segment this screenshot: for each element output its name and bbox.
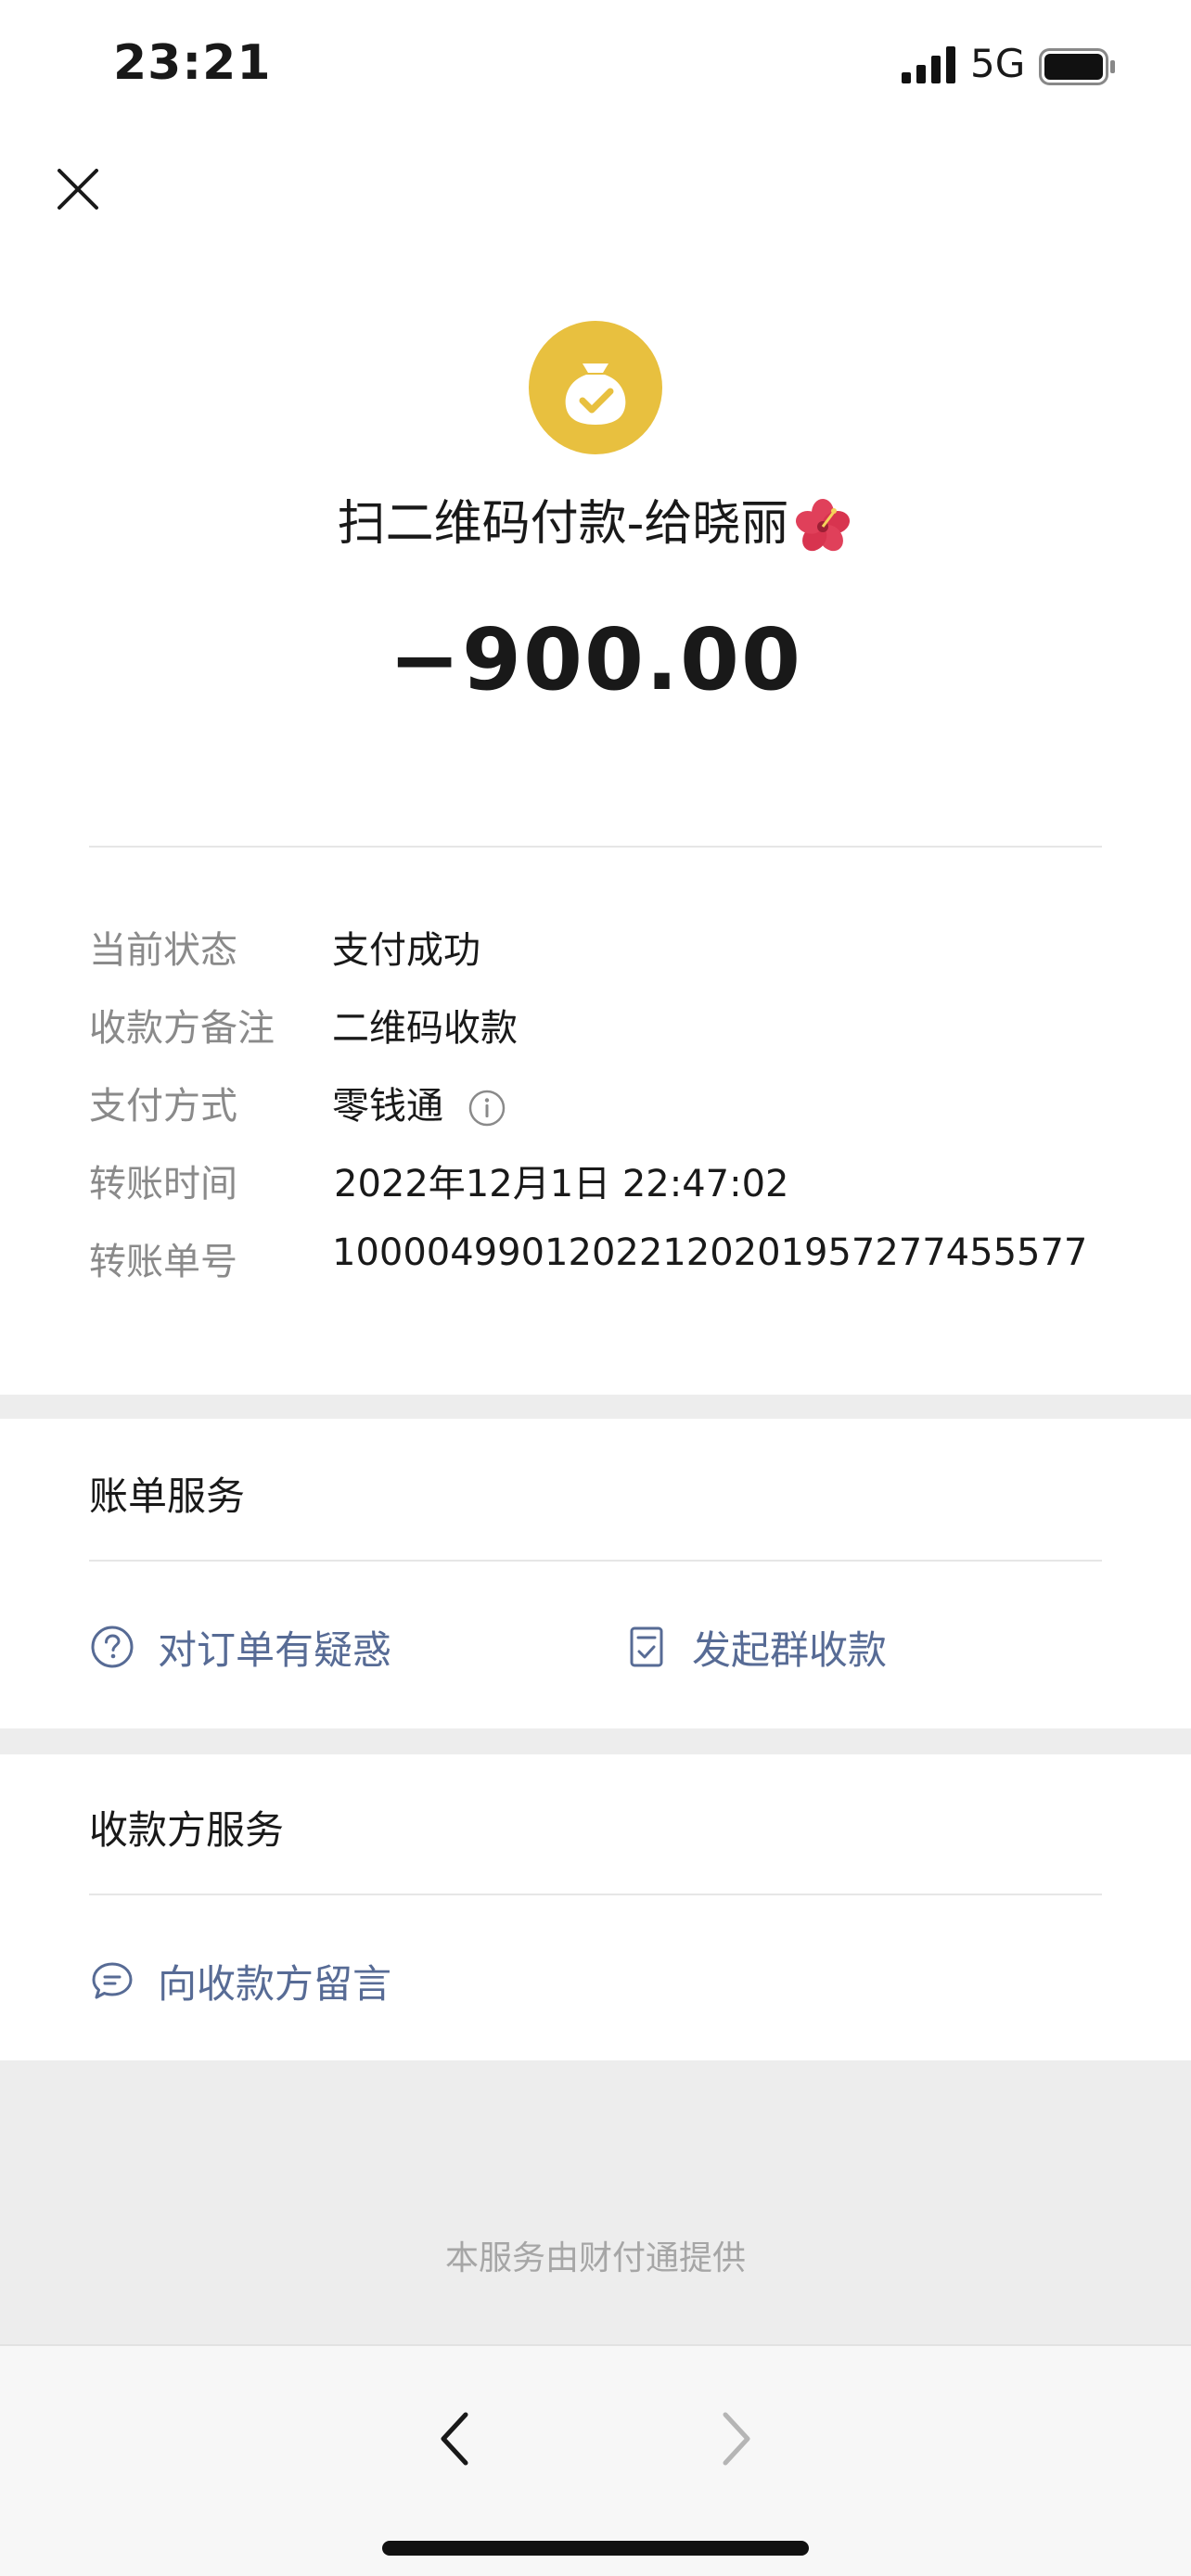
detail-row-status: 当前状态 支付成功 [89,920,1109,976]
section-separator [0,1395,1191,1419]
chevron-left-icon[interactable] [423,2402,490,2476]
bill-services-divider [89,1560,1102,1562]
detail-value-with-info: 零钱通 [332,1076,506,1129]
detail-label: 收款方备注 [89,1007,275,1050]
detail-label: 支付方式 [89,1085,237,1128]
signal-icon [902,46,955,83]
detail-value: 2022年12月1日 22:47:02 [334,1163,789,1205]
message-payee-label: 向收款方留言 [158,1960,392,2007]
payment-amount: −900.00 [388,610,803,709]
home-indicator [382,2541,809,2556]
detail-label: 转账时间 [89,1163,237,1205]
question-circle-icon [91,1626,134,1668]
footer-band [0,2060,1191,2344]
money-bag-check-icon [529,321,662,454]
order-question-label: 对订单有疑惑 [158,1626,392,1673]
payee-services-divider [89,1894,1102,1895]
detail-value[interactable]: 10000499012022120201957277455577 [332,1231,1087,1274]
detail-value: 零钱通 [332,1085,443,1128]
group-collection-link[interactable]: 发起群收款 [623,1619,887,1675]
status-time: 23:21 [113,35,272,91]
section-separator [0,1728,1191,1754]
detail-row-payee-note: 收款方备注 二维码收款 [89,998,1109,1053]
detail-value: 支付成功 [332,929,480,972]
hibiscus-emoji [796,499,851,552]
payee-services-title: 收款方服务 [89,1807,285,1853]
battery-icon [1039,48,1115,85]
header-divider [89,846,1102,848]
detail-row-payment-method: 支付方式 零钱通 [89,1076,1109,1131]
bill-detail-page: 23:21 5G 扫二维码付款-给晓丽 −900.00 当前状态 支付成功 收款… [0,0,1191,2576]
checklist-icon [630,1626,663,1667]
detail-row-transfer-id: 转账单号 10000499012022120201957277455577 [89,1231,1109,1287]
provider-footnote: 本服务由财付通提供 [444,2239,746,2277]
close-icon[interactable] [48,159,108,219]
detail-label: 当前状态 [89,929,237,972]
detail-label: 转账单号 [89,1241,237,1283]
payment-title-text: 扫二维码付款-给晓丽 [337,496,789,552]
network-type: 5G [970,41,1026,86]
group-collection-label: 发起群收款 [692,1626,888,1673]
status-bar: 23:21 5G [0,0,1191,139]
payment-title: 扫二维码付款-给晓丽 [0,484,1191,557]
bill-services-title: 账单服务 [89,1473,246,1519]
browser-nav-bar [0,2344,1191,2576]
order-question-link[interactable]: 对订单有疑惑 [89,1619,391,1675]
detail-value: 二维码收款 [332,1007,518,1050]
message-payee-link[interactable]: 向收款方留言 [89,1953,391,2009]
info-icon[interactable] [467,1089,506,1128]
chat-bubble-icon [92,1962,133,1999]
detail-row-transfer-time: 转账时间 2022年12月1日 22:47:02 [89,1154,1109,1209]
chevron-right-icon[interactable] [701,2402,768,2476]
